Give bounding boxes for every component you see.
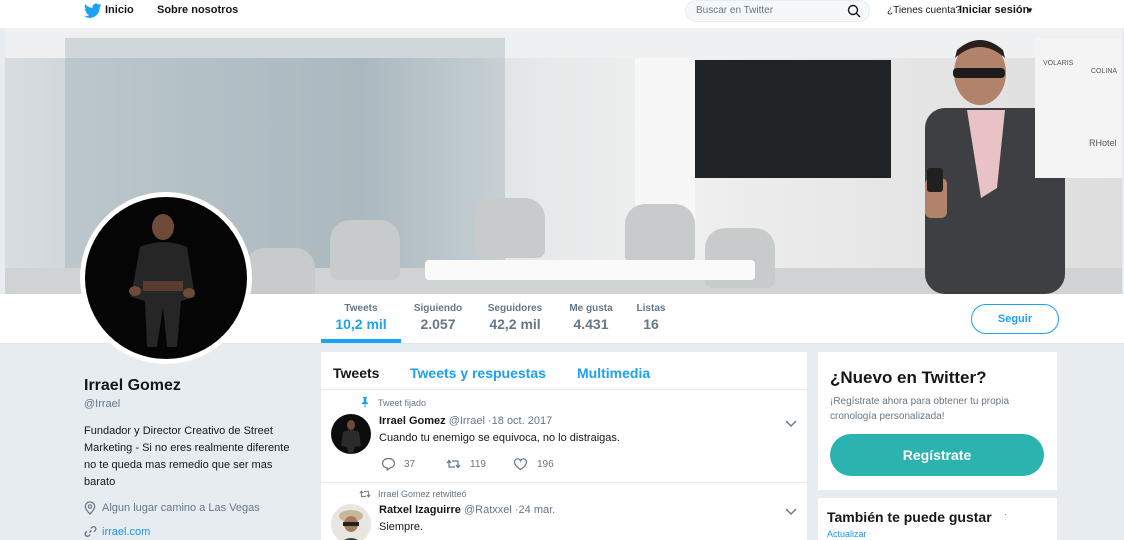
retweet-count: 119 (470, 459, 486, 470)
signup-title: ¿Nuevo en Twitter? (830, 368, 987, 387)
pin-icon (362, 397, 368, 408)
stat-followers[interactable]: Seguidores 42,2 mil (486, 303, 544, 332)
banner-chair (330, 220, 400, 280)
signup-button[interactable]: Regístrate (830, 434, 1044, 476)
reply-count: 37 (404, 459, 416, 470)
sponsor-logo: RHotel (1089, 138, 1117, 148)
sponsor-logo: COLINA (1091, 68, 1118, 75)
who-to-follow-module: También te puede gustar · Actualizar (818, 498, 1057, 540)
search-box[interactable]: Buscar en Twitter (685, 0, 870, 22)
stat-label: Siguiendo (413, 303, 463, 314)
heart-icon[interactable] (513, 457, 528, 471)
tweet-item[interactable]: Tweet fijado Irrael Gomez @Irrael ·18 oc… (321, 391, 807, 483)
search-icon[interactable] (847, 4, 861, 18)
tweet-avatar[interactable] (331, 504, 371, 540)
profile-location: Algun lugar camino a Las Vegas (102, 502, 260, 514)
nav-home-link[interactable]: Inicio (105, 4, 134, 16)
location-pin-icon (84, 501, 96, 515)
retweet-icon[interactable] (446, 457, 461, 471)
tweet-avatar-image (339, 510, 363, 540)
profile-name[interactable]: Irrael Gomez (84, 377, 181, 395)
retweet-icon (359, 490, 371, 498)
nav-about-link[interactable]: Sobre nosotros (157, 4, 238, 16)
tweet-meta[interactable]: @Ratxxel ·24 mar. (464, 504, 555, 516)
stat-label: Listas (636, 303, 666, 314)
stat-value: 42,2 mil (489, 316, 541, 332)
search-input[interactable]: Buscar en Twitter (696, 5, 773, 16)
tweet-meta[interactable]: @Irrael ·18 oct. 2017 (449, 415, 553, 427)
profile-url-link[interactable]: irrael.com (102, 526, 150, 538)
refresh-link[interactable]: Actualizar (827, 529, 867, 539)
tweet-item[interactable]: Irrael Gomez retwitteó Ratxel Izaguirre … (321, 484, 807, 540)
banner-chair (475, 198, 545, 258)
banner-chair (245, 248, 315, 294)
account-question: ¿Tienes cuenta? (887, 5, 962, 16)
tweet-header[interactable]: Ratxel Izaguirre @Ratxxel ·24 mar. (379, 504, 555, 516)
tweet-header[interactable]: Irrael Gomez @Irrael ·18 oct. 2017 (379, 415, 552, 427)
banner-chair (625, 204, 695, 264)
like-count: 196 (537, 459, 554, 470)
timeline-tabs: Tweets Tweets y respuestas Multimedia (321, 352, 807, 390)
stat-value: 2.057 (420, 316, 456, 332)
link-icon (84, 526, 97, 537)
stat-likes[interactable]: Me gusta 4.431 (566, 303, 616, 332)
stat-value: 16 (643, 316, 659, 332)
avatar-photo (85, 197, 247, 359)
stat-value: 4.431 (573, 316, 609, 332)
signup-module: ¿Nuevo en Twitter? ¡Regístrate ahora par… (818, 352, 1057, 490)
tab-tweets[interactable]: Tweets (333, 365, 379, 381)
tweet-context: Irrael Gomez retwitteó (378, 489, 467, 499)
chevron-down-icon[interactable]: ▼ (1026, 6, 1034, 15)
profile-avatar[interactable] (80, 192, 252, 364)
twitter-bird-icon[interactable] (84, 3, 102, 19)
login-link[interactable]: Iniciar sesión (959, 4, 1029, 16)
profile-handle[interactable]: @Irrael (84, 398, 120, 410)
chevron-down-icon[interactable] (785, 420, 797, 428)
stat-lists[interactable]: Listas 16 (636, 303, 666, 332)
tweet-text: Siempre. (379, 521, 424, 533)
separator-dot: · (1004, 509, 1008, 520)
avatar-person-image (129, 214, 195, 347)
tab-tweets-replies[interactable]: Tweets y respuestas (410, 365, 546, 381)
chevron-down-icon[interactable] (785, 508, 797, 516)
stat-tweets[interactable]: Tweets 10,2 mil (333, 303, 389, 332)
follow-button[interactable]: Seguir (971, 304, 1059, 334)
profile-bio: Fundador y Director Creativo de Street M… (84, 425, 290, 488)
stat-label: Seguidores (487, 303, 543, 314)
active-stat-underline (321, 339, 401, 343)
tweet-author-name[interactable]: Ratxel Izaguirre (379, 504, 461, 516)
banner-tv-screen (695, 60, 891, 178)
top-nav: Inicio Sobre nosotros Buscar en Twitter … (0, 0, 1124, 28)
banner-sponsor-wall: COLINA VOLARIS RHotel (1035, 38, 1122, 178)
who-to-follow-title: También te puede gustar (827, 509, 992, 525)
tweet-context: Tweet fijado (378, 398, 427, 408)
signup-subtitle: ¡Regístrate ahora para obtener tu propia… (830, 396, 1009, 422)
banner-table (425, 260, 755, 280)
stat-label: Me gusta (569, 303, 613, 314)
tweet-avatar[interactable] (331, 414, 371, 454)
tweet-author-name[interactable]: Irrael Gomez (379, 415, 446, 427)
tweet-text: Cuando tu enemigo se equivoca, no lo dis… (379, 432, 620, 444)
stat-following[interactable]: Siguiendo 2.057 (412, 303, 464, 332)
tweet-avatar-image (341, 420, 361, 454)
timeline: Tweets Tweets y respuestas Multimedia Tw… (321, 352, 807, 540)
reply-icon[interactable] (381, 457, 396, 471)
stat-label: Tweets (344, 303, 378, 314)
sponsor-logo: VOLARIS (1043, 60, 1074, 67)
stat-value: 10,2 mil (335, 316, 387, 332)
tab-media[interactable]: Multimedia (577, 365, 650, 381)
